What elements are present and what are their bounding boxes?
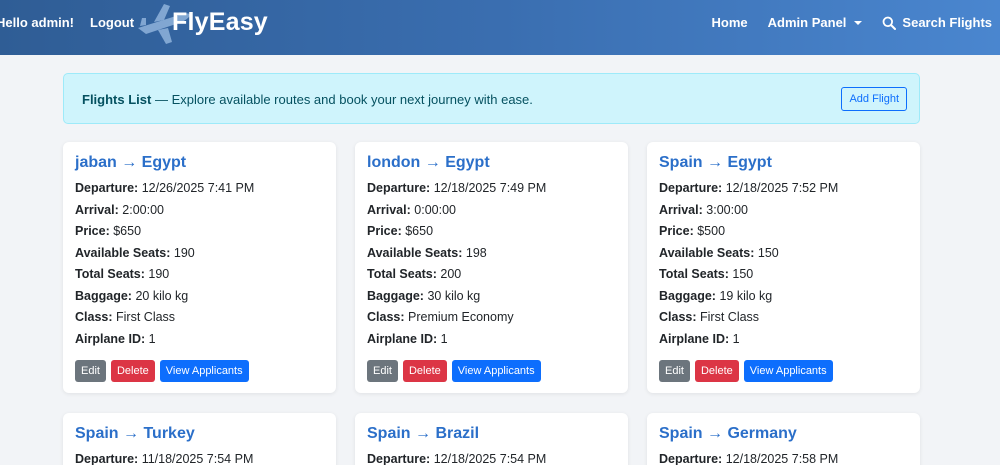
chevron-down-icon (854, 20, 863, 25)
class-row: Class: First Class (659, 310, 760, 324)
banner-description: — Explore available routes and book your… (151, 92, 533, 107)
nav-search-flights[interactable]: Search Flights (882, 15, 992, 30)
total-seats-row: Total Seats: 200 (367, 267, 462, 281)
flight-card: Spain → Brazil Departure: 12/18/2025 7:5… (355, 413, 628, 465)
available-seats-row: Available Seats: 150 (659, 246, 779, 260)
departure-row: Departure: 11/18/2025 7:54 PM (75, 452, 254, 465)
price-row: Price: $650 (367, 224, 434, 238)
view-applicants-button[interactable]: View Applicants (743, 360, 833, 382)
departure-row: Departure: 12/18/2025 7:49 PM (367, 181, 547, 195)
card-actions: Edit Delete View Applicants (75, 360, 249, 382)
departure-row: Departure: 12/26/2025 7:41 PM (75, 181, 255, 195)
banner-text: Flights List — Explore available routes … (82, 92, 533, 107)
class-row: Class: Premium Economy (367, 310, 514, 324)
departure-row: Departure: 12/18/2025 7:52 PM (659, 181, 839, 195)
brand-logo[interactable]: FlyEasy (136, 0, 268, 45)
nav-search-flights-label: Search Flights (902, 15, 992, 30)
arrival-row: Arrival: 2:00:00 (75, 203, 164, 217)
edit-button[interactable]: Edit (659, 360, 690, 382)
arrival-row: Arrival: 0:00:00 (367, 203, 456, 217)
nav-home-label: Home (711, 15, 748, 30)
class-row: Class: First Class (75, 310, 176, 324)
card-actions: Edit Delete View Applicants (659, 360, 833, 382)
edit-button[interactable]: Edit (367, 360, 398, 382)
flight-card: Spain → Germany Departure: 12/18/2025 7:… (647, 413, 920, 465)
flight-route-title[interactable]: jaban → Egypt (75, 154, 186, 172)
add-flight-button[interactable]: Add Flight (841, 87, 907, 111)
brand-name: FlyEasy (172, 8, 268, 36)
delete-button[interactable]: Delete (694, 360, 739, 382)
departure-row: Departure: 12/18/2025 7:58 PM (659, 452, 839, 465)
nav-home[interactable]: Home (712, 15, 748, 30)
delete-button[interactable]: Delete (402, 360, 447, 382)
flight-card: jaban → Egypt Departure: 12/26/2025 7:41… (63, 142, 336, 393)
total-seats-row: Total Seats: 150 (659, 267, 754, 281)
flights-list-banner: Flights List — Explore available routes … (63, 73, 920, 124)
baggage-row: Baggage: 30 kilo kg (367, 289, 481, 303)
greeting-text: Hello admin! (0, 15, 75, 30)
airplane-id-row: Airplane ID: 1 (367, 332, 448, 346)
available-seats-row: Available Seats: 198 (367, 246, 487, 260)
flight-route-title[interactable]: Spain → Germany (659, 425, 797, 443)
baggage-row: Baggage: 19 kilo kg (659, 289, 773, 303)
arrival-row: Arrival: 3:00:00 (659, 203, 748, 217)
nav-right: Home Admin Panel Search Flights (712, 0, 992, 45)
price-row: Price: $500 (659, 224, 726, 238)
available-seats-row: Available Seats: 190 (75, 246, 195, 260)
view-applicants-button[interactable]: View Applicants (451, 360, 541, 382)
total-seats-row: Total Seats: 190 (75, 267, 170, 281)
flight-route-title[interactable]: Spain → Turkey (75, 425, 195, 443)
airplane-id-row: Airplane ID: 1 (659, 332, 740, 346)
navbar: Hello admin! Logout FlyEasy Home Admin P… (0, 0, 1000, 55)
edit-button[interactable]: Edit (75, 360, 106, 382)
card-actions: Edit Delete View Applicants (367, 360, 541, 382)
search-icon (883, 16, 897, 30)
flight-card: Spain → Egypt Departure: 12/18/2025 7:52… (647, 142, 920, 393)
logout-link[interactable]: Logout (90, 15, 134, 30)
airplane-id-row: Airplane ID: 1 (75, 332, 156, 346)
flight-route-title[interactable]: london → Egypt (367, 154, 490, 172)
nav-admin-panel-label: Admin Panel (767, 15, 847, 30)
banner-title: Flights List (82, 92, 152, 107)
delete-button[interactable]: Delete (110, 360, 155, 382)
nav-admin-panel-dropdown[interactable]: Admin Panel (768, 15, 863, 30)
flight-card: Spain → Turkey Departure: 11/18/2025 7:5… (63, 413, 336, 465)
baggage-row: Baggage: 20 kilo kg (75, 289, 189, 303)
flight-card: london → Egypt Departure: 12/18/2025 7:4… (355, 142, 628, 393)
flight-route-title[interactable]: Spain → Brazil (367, 425, 479, 443)
departure-row: Departure: 12/18/2025 7:54 PM (367, 452, 547, 465)
flight-route-title[interactable]: Spain → Egypt (659, 154, 772, 172)
view-applicants-button[interactable]: View Applicants (159, 360, 249, 382)
price-row: Price: $650 (75, 224, 142, 238)
nav-left: Hello admin! Logout (0, 0, 134, 45)
